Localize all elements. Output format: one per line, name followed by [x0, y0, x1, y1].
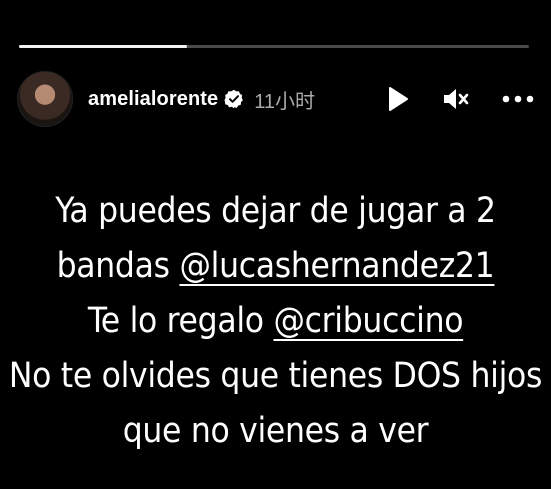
story-progress-fill	[19, 45, 188, 48]
mute-icon	[444, 89, 469, 109]
caption-line: Te lo regalo @cribuccino	[0, 294, 551, 349]
story-timestamp: 11小时	[254, 90, 316, 113]
verified-badge-icon	[224, 89, 244, 109]
mention-link[interactable]: @lucashernandez21	[179, 246, 494, 286]
caption-line: que no vienes a ver	[122, 411, 429, 451]
caption-text: Te lo regalo	[87, 301, 274, 341]
username[interactable]: amelialorente	[88, 88, 218, 111]
caption-line: bandas @lucashernandez21	[0, 239, 551, 294]
more-options-button[interactable]	[501, 84, 535, 114]
mute-button[interactable]	[441, 84, 471, 114]
more-icon	[502, 95, 534, 103]
avatar[interactable]	[17, 71, 73, 127]
mention-link[interactable]: @cribuccino	[273, 301, 463, 341]
play-icon	[389, 87, 408, 111]
caption-line: Ya puedes dejar de jugar a 2	[55, 191, 496, 231]
caption-text: bandas	[56, 246, 180, 286]
caption-line: No te olvides que tienes DOS hijos	[8, 356, 543, 396]
play-button[interactable]	[385, 84, 411, 114]
story-progress-bar	[19, 45, 529, 48]
story-header: amelialorente 11小时	[17, 71, 535, 127]
story-caption: Ya puedes dejar de jugar a 2 bandas @luc…	[0, 184, 551, 459]
